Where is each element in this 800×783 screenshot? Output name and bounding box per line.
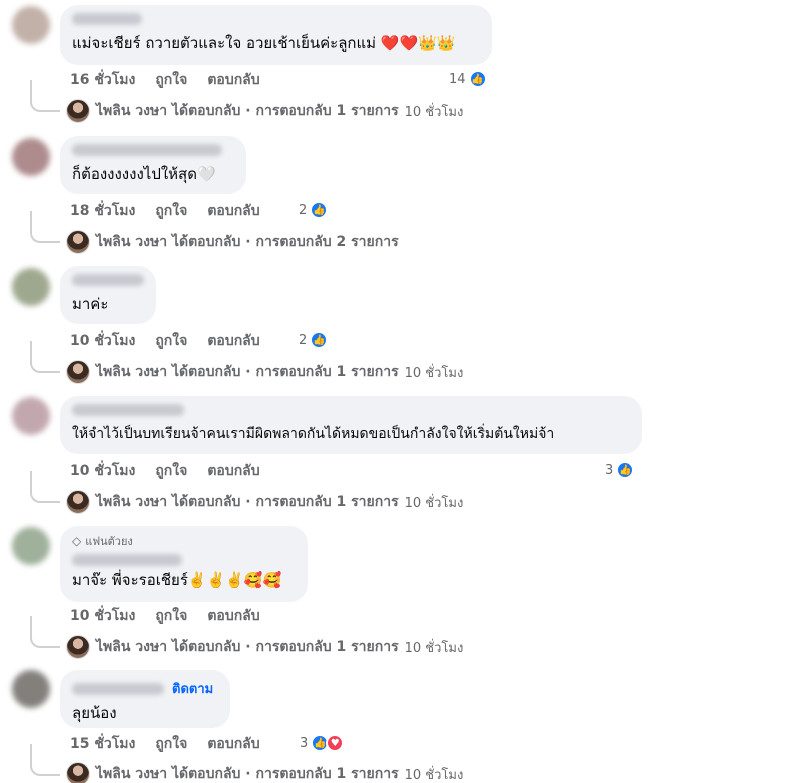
reply-connector xyxy=(30,341,60,373)
comment-bubble: ก็ต้องงงงงงไปให้สุด🤍 xyxy=(60,136,246,194)
reaction-count[interactable]: 3 👍 ♥ xyxy=(300,734,345,752)
replier-avatar xyxy=(66,762,90,783)
comment-bubble: ◇ แฟนตัวยง มาจ๊ะ พี่จะรอเชียร์✌️✌️✌️🥰🥰 xyxy=(60,526,308,602)
comment-text: ก็ต้องงงงงงไปให้สุด🤍 xyxy=(72,165,216,183)
reply-connector xyxy=(30,471,60,503)
reply-button[interactable]: ตอบกลับ xyxy=(207,69,259,91)
view-replies-link[interactable]: ไพลิน วงษา ได้ตอบกลับ · การตอบกลับ 1 ราย… xyxy=(66,762,463,783)
like-button[interactable]: ถูกใจ xyxy=(155,69,187,91)
comment-actions: 16 ชั่วโมง ถูกใจ ตอบกลับ xyxy=(70,70,260,90)
commenter-name-blurred[interactable] xyxy=(72,13,142,25)
reply-button[interactable]: ตอบกลับ xyxy=(207,330,259,352)
comment-bubble: ติดตาม ลุยน้อง xyxy=(60,670,230,728)
avatar[interactable] xyxy=(12,397,50,435)
comment-bubble: แม่จะเชียร์ ถวายตัวและใจ อวยเช้าเย็นค่ะล… xyxy=(60,5,492,65)
reply-connector xyxy=(30,744,60,776)
comment-actions: 10 ชั่วโมง ถูกใจ ตอบกลับ xyxy=(70,606,260,626)
diamond-icon: ◇ xyxy=(72,534,82,548)
like-button[interactable]: ถูกใจ xyxy=(155,605,187,627)
commenter-name-blurred[interactable] xyxy=(72,682,164,695)
reply-connector xyxy=(30,616,60,648)
like-button[interactable]: ถูกใจ xyxy=(155,733,187,755)
avatar[interactable] xyxy=(12,527,50,565)
like-button[interactable]: ถูกใจ xyxy=(155,330,187,352)
reaction-count[interactable]: 14 👍 xyxy=(449,70,487,88)
replier-avatar xyxy=(66,99,90,123)
reply-button[interactable]: ตอบกลับ xyxy=(207,605,259,627)
replier-avatar xyxy=(66,230,90,254)
commenter-name-blurred[interactable] xyxy=(72,274,144,286)
reply-connector xyxy=(30,80,60,112)
reaction-count[interactable]: 2 👍 xyxy=(299,331,329,349)
comment-time[interactable]: 15 ชั่วโมง xyxy=(70,733,135,755)
comment-text: มาค่ะ xyxy=(72,295,109,313)
comment-text: แม่จะเชียร์ ถวายตัวและใจ อวยเช้าเย็นค่ะล… xyxy=(72,34,456,52)
comment-time[interactable]: 18 ชั่วโมง xyxy=(70,200,135,222)
like-reaction-icon: 👍 xyxy=(616,461,635,479)
like-button[interactable]: ถูกใจ xyxy=(155,200,187,222)
avatar[interactable] xyxy=(12,670,50,708)
comment-actions: 18 ชั่วโมง ถูกใจ ตอบกลับ xyxy=(70,201,260,221)
commenter-name-blurred[interactable] xyxy=(72,144,222,156)
reaction-count[interactable]: 3 👍 xyxy=(605,461,635,479)
reply-button[interactable]: ตอบกลับ xyxy=(207,200,259,222)
follow-button[interactable]: ติดตาม xyxy=(172,678,213,699)
like-reaction-icon: 👍 xyxy=(310,201,329,219)
comment-text: ให้จำไว้เป็นบทเรียนจ้าคนเรามีผิดพลาดกันไ… xyxy=(72,426,555,442)
replier-avatar xyxy=(66,635,90,659)
like-reaction-icon: 👍 xyxy=(310,331,329,349)
comment-text: ลุยน้อง xyxy=(72,704,117,722)
view-replies-link[interactable]: ไพลิน วงษา ได้ตอบกลับ · การตอบกลับ 1 ราย… xyxy=(66,635,463,659)
view-replies-link[interactable]: ไพลิน วงษา ได้ตอบกลับ · การตอบกลับ 1 ราย… xyxy=(66,99,463,123)
like-reaction-icon: 👍 xyxy=(468,70,487,88)
avatar[interactable] xyxy=(12,6,50,44)
commenter-name-blurred[interactable] xyxy=(72,404,184,416)
comment-time[interactable]: 10 ชั่วโมง xyxy=(70,605,135,627)
comment-text: มาจ๊ะ พี่จะรอเชียร์✌️✌️✌️🥰🥰 xyxy=(72,571,282,589)
avatar[interactable] xyxy=(12,138,50,176)
replier-avatar xyxy=(66,360,90,384)
comment-time[interactable]: 10 ชั่วโมง xyxy=(70,330,135,352)
reply-connector xyxy=(30,211,60,243)
comment-actions: 10 ชั่วโมง ถูกใจ ตอบกลับ xyxy=(70,461,260,481)
view-replies-link[interactable]: ไพลิน วงษา ได้ตอบกลับ · การตอบกลับ 2 ราย… xyxy=(66,230,405,254)
top-fan-badge[interactable]: ◇ แฟนตัวยง xyxy=(72,532,296,550)
reply-button[interactable]: ตอบกลับ xyxy=(207,733,259,755)
reply-button[interactable]: ตอบกลับ xyxy=(207,460,259,482)
replier-avatar xyxy=(66,490,90,514)
like-button[interactable]: ถูกใจ xyxy=(155,460,187,482)
commenter-name-blurred[interactable] xyxy=(72,554,182,566)
view-replies-link[interactable]: ไพลิน วงษา ได้ตอบกลับ · การตอบกลับ 1 ราย… xyxy=(66,360,463,384)
comment-bubble: ให้จำไว้เป็นบทเรียนจ้าคนเรามีผิดพลาดกันไ… xyxy=(60,396,642,454)
comment-actions: 15 ชั่วโมง ถูกใจ ตอบกลับ xyxy=(70,734,260,754)
comment-bubble: มาค่ะ xyxy=(60,266,156,324)
reaction-count[interactable]: 2 👍 xyxy=(299,201,329,219)
comment-actions: 10 ชั่วโมง ถูกใจ ตอบกลับ xyxy=(70,331,260,351)
comment-time[interactable]: 10 ชั่วโมง xyxy=(70,460,135,482)
heart-reaction-icon: ♥ xyxy=(326,734,345,752)
avatar[interactable] xyxy=(12,268,50,306)
comment-time[interactable]: 16 ชั่วโมง xyxy=(70,69,135,91)
view-replies-link[interactable]: ไพลิน วงษา ได้ตอบกลับ · การตอบกลับ 1 ราย… xyxy=(66,490,463,514)
